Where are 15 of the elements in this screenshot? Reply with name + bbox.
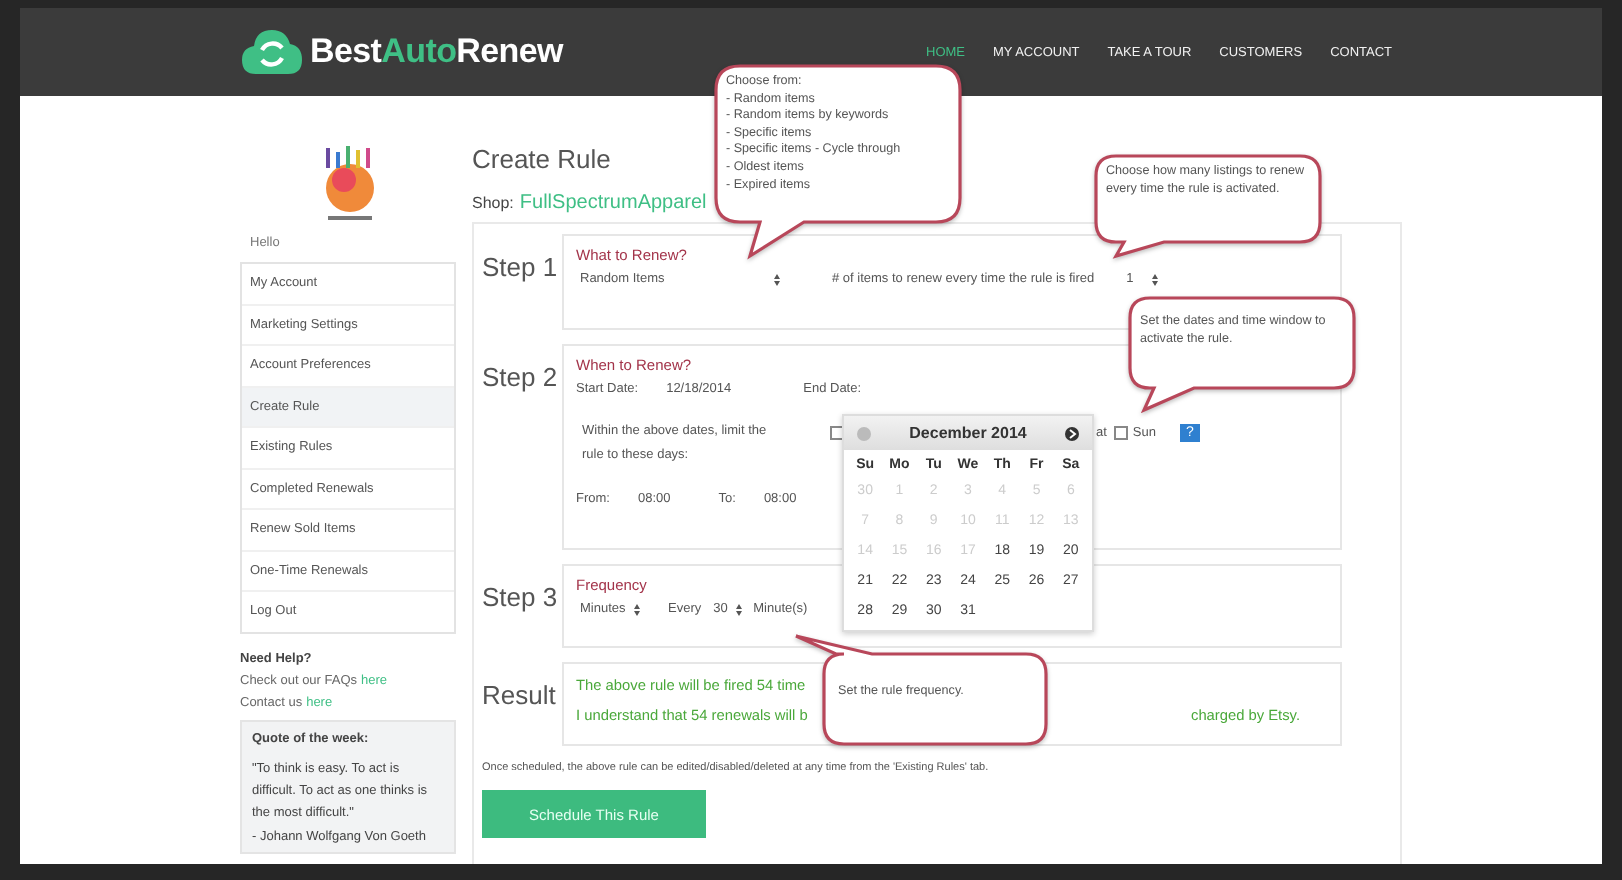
updown-icon [735, 603, 742, 615]
updown-icon [774, 273, 780, 285]
shop-label: Shop: [472, 194, 514, 212]
updown-icon [634, 603, 640, 615]
cloud-logo-icon [240, 26, 304, 78]
page-title: Create Rule [472, 144, 611, 174]
updown-icon [1152, 273, 1159, 285]
site-logo-text[interactable]: BestAutoRenew [310, 32, 563, 72]
next-icon[interactable] [1064, 425, 1080, 441]
month-title: December 2014 [909, 424, 1027, 442]
checkbox[interactable] [1114, 426, 1129, 440]
step-label: Step 1 [482, 250, 560, 282]
step-label: Step 3 [482, 580, 560, 612]
step-label: Result [482, 678, 558, 710]
step-label: Step 2 [482, 360, 560, 392]
